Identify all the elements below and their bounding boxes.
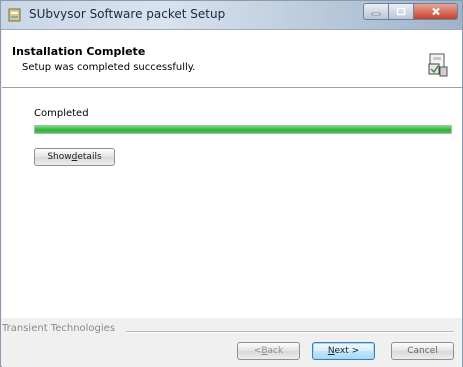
close-icon — [431, 7, 440, 16]
maximize-button[interactable] — [389, 3, 414, 20]
status-label: Completed — [34, 108, 89, 119]
close-button[interactable] — [414, 3, 458, 20]
back-button[interactable]: < Back — [237, 342, 300, 360]
show-details-label-suffix: etails — [77, 152, 102, 162]
next-label-suffix: ext > — [334, 346, 360, 356]
show-details-label-prefix: Show — [47, 152, 72, 162]
next-button[interactable]: Next > — [312, 342, 375, 360]
brand-text: Transient Technologies — [2, 323, 116, 334]
title-bar[interactable]: SUbvysor Software packet Setup — [1, 1, 462, 30]
header-panel: Installation Complete Setup was complete… — [2, 30, 462, 88]
footer: Transient Technologies < Back Next > Can… — [2, 318, 462, 367]
page-subtitle: Setup was completed successfully. — [22, 62, 196, 73]
back-label-suffix: ack — [267, 346, 284, 356]
brand-divider — [126, 331, 454, 333]
maximize-icon — [396, 7, 406, 16]
back-label-prefix: < — [253, 346, 262, 356]
window-title: SUbvysor Software packet Setup — [29, 7, 226, 21]
next-accel: N — [327, 346, 335, 356]
progress-fill — [35, 126, 451, 133]
installer-box-icon — [428, 53, 448, 77]
cancel-button[interactable]: Cancel — [391, 342, 454, 360]
install-progress-bar — [34, 125, 452, 134]
page-title: Installation Complete — [12, 45, 146, 58]
minimize-button[interactable] — [363, 3, 389, 20]
minimize-icon — [371, 12, 381, 15]
app-installer-icon — [8, 8, 21, 22]
setup-window: SUbvysor Software packet Setup Installat… — [0, 0, 463, 367]
show-details-button[interactable]: Show d etails — [34, 148, 115, 166]
cancel-label: Cancel — [407, 346, 438, 356]
window-controls — [363, 3, 458, 21]
content-area: Completed Show d etails — [2, 88, 462, 318]
